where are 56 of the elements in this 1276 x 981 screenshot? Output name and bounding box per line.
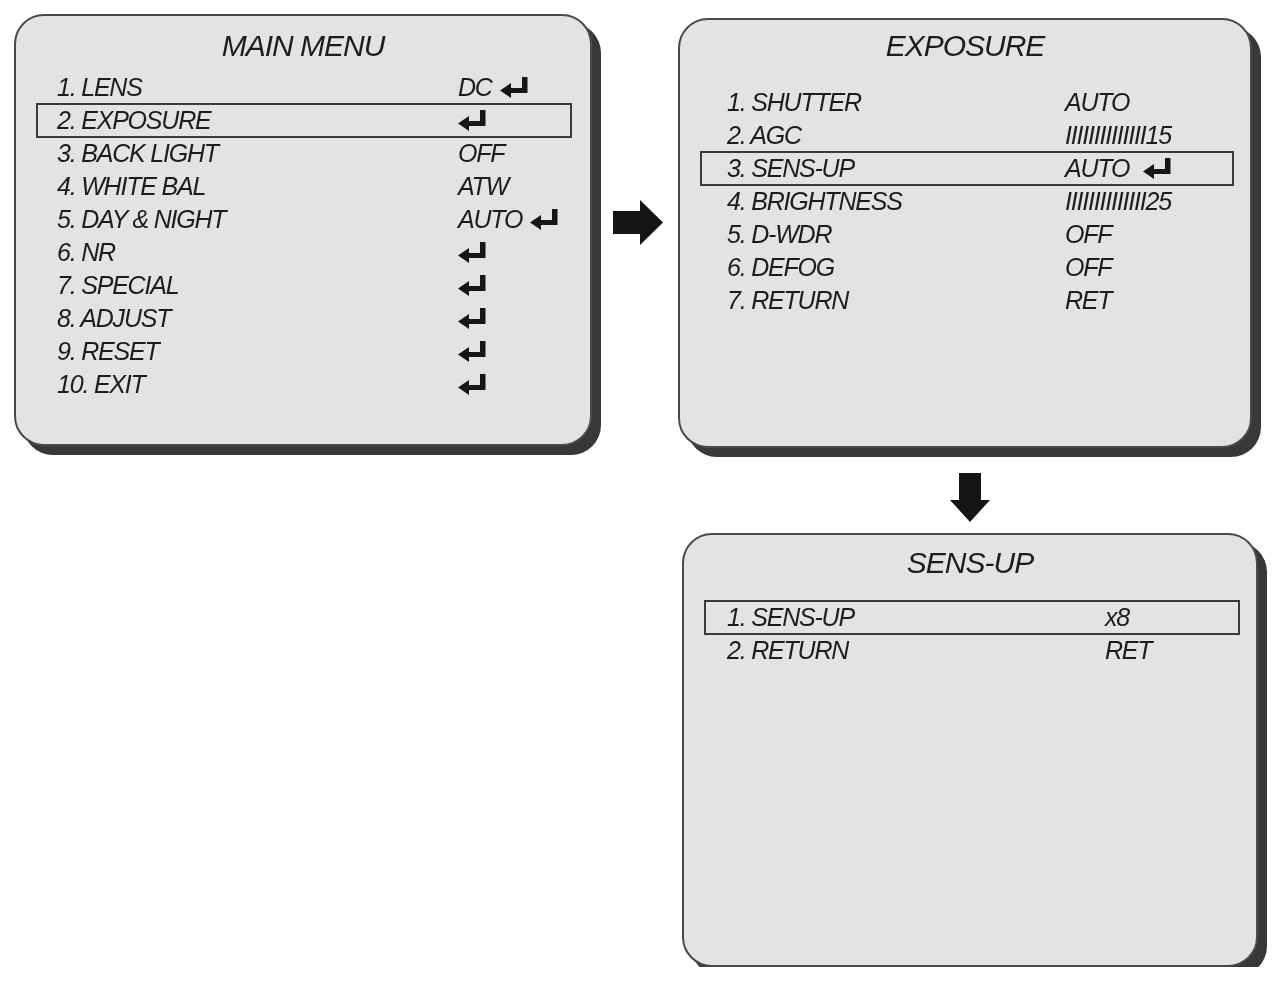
item-value: OFF (1065, 252, 1112, 283)
item-label: 6. NR (57, 237, 117, 268)
item-label: 7. RETURN (727, 285, 850, 316)
item-value: IIIIIIIIIIIIII15 (1065, 120, 1171, 151)
item-label: 2. RETURN (727, 635, 850, 666)
down-arrow-icon (950, 473, 990, 522)
menu-item[interactable]: 2. EXPOSURE (36, 103, 572, 138)
menu-title: MAIN MENU (221, 28, 385, 64)
item-label: 6. DEFOG (727, 252, 836, 283)
menu-item[interactable]: 6. DEFOG OFF (700, 250, 1234, 285)
menu-item[interactable]: 4. WHITE BAL ATW (36, 169, 572, 204)
menu-title: EXPOSURE (885, 28, 1045, 64)
menu-item[interactable]: 8. ADJUST (36, 301, 572, 336)
right-arrow-icon (613, 200, 663, 245)
menu-item[interactable]: 7. RETURN RET (700, 283, 1234, 318)
item-label: 1. LENS (57, 72, 144, 103)
item-value: x8 (1105, 602, 1129, 633)
item-value: AUTO (458, 204, 523, 235)
menu-item[interactable]: 6. NR (36, 235, 572, 270)
item-value: OFF (458, 138, 505, 169)
item-label: 10. EXIT (57, 369, 148, 400)
menu-item[interactable]: 5. DAY & NIGHT AUTO (36, 202, 572, 237)
menu-item[interactable]: 1. SENS-UP x8 (704, 600, 1240, 635)
menu-item[interactable]: 3. SENS-UP AUTO (700, 151, 1234, 186)
item-value: OFF (1065, 219, 1112, 250)
menu-item[interactable]: 10. EXIT (36, 367, 572, 402)
item-label: 4. BRIGHTNESS (727, 186, 904, 217)
menu-item[interactable]: 1. LENS DC (36, 70, 572, 105)
item-label: 8. ADJUST (57, 303, 174, 334)
item-label: 9. RESET (57, 336, 162, 367)
item-label: 3. SENS-UP (727, 153, 856, 184)
item-value: AUTO (1065, 153, 1130, 184)
item-label: 4. WHITE BAL (57, 171, 207, 202)
menu-title: SENS-UP (906, 545, 1034, 581)
item-value: AUTO (1065, 87, 1130, 118)
menu-item[interactable]: 5. D-WDR OFF (700, 217, 1234, 252)
menu-item[interactable]: 9. RESET (36, 334, 572, 369)
item-value: RET (1065, 285, 1112, 316)
menu-item[interactable]: 2. RETURN RET (704, 633, 1240, 668)
item-label: 2. EXPOSURE (57, 105, 213, 136)
item-label: 5. D-WDR (727, 219, 833, 250)
menu-item[interactable]: 2. AGC IIIIIIIIIIIIII15 (700, 118, 1234, 153)
item-label: 5. DAY & NIGHT (57, 204, 229, 235)
item-label: 2. AGC (727, 120, 803, 151)
item-value: ATW (458, 171, 509, 202)
item-label: 1. SENS-UP (727, 602, 856, 633)
item-value: DC (458, 72, 492, 103)
menu-item[interactable]: 7. SPECIAL (36, 268, 572, 303)
menu-item[interactable]: 3. BACK LIGHT OFF (36, 136, 572, 171)
menu-item[interactable]: 4. BRIGHTNESS IIIIIIIIIIIIII25 (700, 184, 1234, 219)
item-label: 1. SHUTTER (727, 87, 863, 118)
item-label: 3. BACK LIGHT (57, 138, 221, 169)
item-value: RET (1105, 635, 1152, 666)
item-value: IIIIIIIIIIIIII25 (1065, 186, 1171, 217)
menu-item[interactable]: 1. SHUTTER AUTO (700, 85, 1234, 120)
item-label: 7. SPECIAL (57, 270, 180, 301)
